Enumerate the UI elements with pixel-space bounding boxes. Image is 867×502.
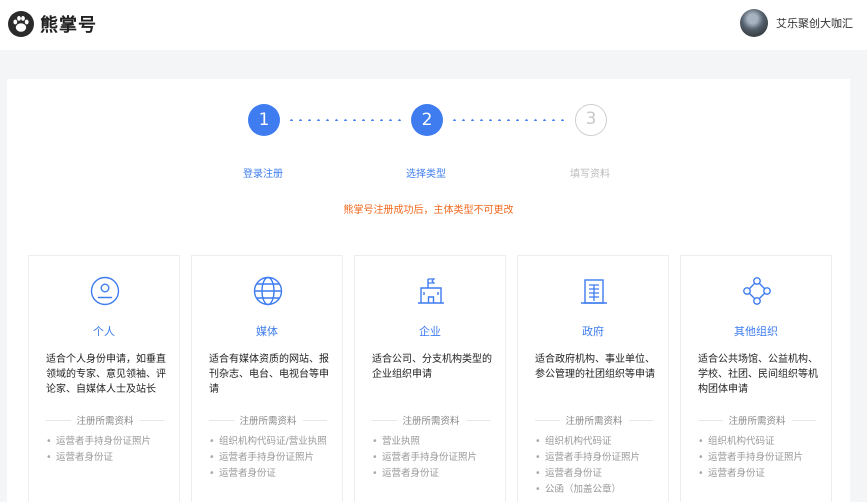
requirements-list: 营业执照 运营者手持身份证照片 运营者身份证 bbox=[372, 434, 497, 482]
step-2-circle: 2 bbox=[411, 104, 443, 136]
step-1-circle: 1 bbox=[248, 104, 280, 136]
requirement-item: 运营者手持身份证照片 bbox=[698, 450, 823, 466]
card-description: 适合公司、分支机构类型的企业组织申请 bbox=[372, 354, 492, 380]
requirement-item: 运营者身份证 bbox=[535, 466, 660, 482]
requirement-item: 运营者身份证 bbox=[698, 466, 823, 482]
user-name[interactable]: 艾乐聚创大咖汇 bbox=[776, 15, 853, 31]
card-title: 其他组织 bbox=[734, 325, 778, 338]
card-description: 适合个人身份申请，如垂直领域的专家、意见领袖、评论家、自媒体人士及站长 bbox=[46, 354, 166, 395]
person-icon bbox=[90, 276, 120, 306]
type-warning: 熊掌号注册成功后，主体类型不可更改 bbox=[343, 205, 514, 216]
requirements-heading: 注册所需资料 bbox=[535, 413, 654, 427]
requirement-item: 运营者身份证 bbox=[209, 466, 334, 482]
card-description: 适合政府机构、事业单位、参公管理的社团组织等申请 bbox=[535, 354, 655, 380]
requirements-heading: 注册所需资料 bbox=[372, 413, 491, 427]
progress-steps: 1 2 3 登录注册 选择类型 填写资料 bbox=[7, 79, 850, 189]
card-title: 媒体 bbox=[256, 325, 278, 338]
network-nodes-icon bbox=[743, 277, 771, 305]
requirement-item: 运营者身份证 bbox=[372, 466, 497, 482]
requirement-item: 运营者手持身份证照片 bbox=[209, 450, 334, 466]
card-title: 企业 bbox=[419, 325, 441, 338]
requirement-item: 运营者手持身份证照片 bbox=[372, 450, 497, 466]
requirements-list: 组织机构代码证 运营者手持身份证照片 运营者身份证 公函（加盖公章） bbox=[535, 434, 660, 498]
requirements-list: 组织机构代码证 运营者手持身份证照片 运营者身份证 bbox=[698, 434, 823, 482]
requirement-item: 运营者手持身份证照片 bbox=[46, 434, 171, 450]
requirements-list: 运营者手持身份证照片 运营者身份证 bbox=[46, 434, 171, 466]
globe-icon bbox=[253, 276, 283, 306]
avatar[interactable] bbox=[740, 9, 768, 37]
registration-panel: 1 2 3 登录注册 选择类型 填写资料 熊掌号注册成功后，主体类型不可更改 个… bbox=[7, 79, 850, 502]
requirement-item: 组织机构代码证 bbox=[698, 434, 823, 450]
requirement-item: 公函（加盖公章） bbox=[535, 482, 660, 498]
step-connector-1 bbox=[287, 119, 405, 121]
requirement-item: 组织机构代码证 bbox=[535, 434, 660, 450]
step-3-label: 填写资料 bbox=[570, 169, 610, 180]
requirements-heading: 注册所需资料 bbox=[46, 413, 165, 427]
requirements-list: 组织机构代码证/营业执照 运营者手持身份证照片 运营者身份证 bbox=[209, 434, 334, 482]
card-title: 政府 bbox=[582, 325, 604, 338]
card-description: 适合公共场馆、公益机构、学校、社团、民间组织等机构团体申请 bbox=[698, 354, 818, 395]
building-flag-icon bbox=[418, 278, 444, 304]
step-2-label: 选择类型 bbox=[406, 169, 446, 180]
type-card-government[interactable]: 政府 适合政府机构、事业单位、参公管理的社团组织等申请 注册所需资料 组织机构代… bbox=[517, 255, 669, 502]
requirement-item: 运营者身份证 bbox=[46, 450, 171, 466]
government-building-icon bbox=[581, 279, 607, 304]
type-card-other-organization[interactable]: 其他组织 适合公共场馆、公益机构、学校、社团、民间组织等机构团体申请 注册所需资… bbox=[680, 255, 832, 502]
requirement-item: 组织机构代码证/营业执照 bbox=[209, 434, 334, 450]
type-card-personal[interactable]: 个人 适合个人身份申请，如垂直领域的专家、意见领袖、评论家、自媒体人士及站长 注… bbox=[28, 255, 180, 502]
requirement-item: 营业执照 bbox=[372, 434, 497, 450]
requirements-heading: 注册所需资料 bbox=[698, 413, 817, 427]
step-3-circle: 3 bbox=[575, 104, 607, 136]
type-card-enterprise[interactable]: 企业 适合公司、分支机构类型的企业组织申请 注册所需资料 营业执照 运营者手持身… bbox=[354, 255, 506, 502]
step-1-label: 登录注册 bbox=[243, 169, 283, 180]
requirement-item: 运营者手持身份证照片 bbox=[535, 450, 660, 466]
user-menu[interactable]: 艾乐聚创大咖汇 bbox=[740, 9, 853, 37]
step-connector-2 bbox=[450, 119, 568, 121]
type-card-media[interactable]: 媒体 适合有媒体资质的网站、报刊杂志、电台、电视台等申请 注册所需资料 组织机构… bbox=[191, 255, 343, 502]
top-bar: 熊掌号 艾乐聚创大咖汇 bbox=[0, 0, 867, 50]
bear-paw-icon bbox=[8, 11, 34, 37]
requirements-heading: 注册所需资料 bbox=[209, 413, 328, 427]
logo[interactable]: 熊掌号 bbox=[8, 11, 97, 37]
app-name: 熊掌号 bbox=[40, 15, 97, 36]
card-title: 个人 bbox=[93, 325, 115, 338]
card-description: 适合有媒体资质的网站、报刊杂志、电台、电视台等申请 bbox=[209, 354, 329, 395]
